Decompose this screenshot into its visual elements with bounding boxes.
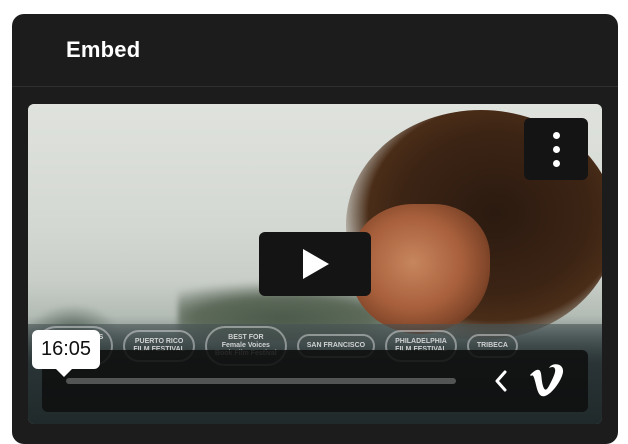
- subject-face: [350, 204, 490, 334]
- chevron-left-icon: [495, 370, 507, 392]
- play-button[interactable]: [259, 232, 371, 296]
- progress-bar[interactable]: [66, 378, 456, 384]
- more-vertical-icon-dot: [552, 159, 560, 167]
- embed-card: Embed VIENNA SHORTS OFFICIAL SELECTION P…: [12, 14, 618, 444]
- more-vertical-icon-dot: [552, 145, 560, 153]
- card-header: Embed: [12, 14, 618, 87]
- player-controlbar: [42, 350, 588, 412]
- video-player[interactable]: VIENNA SHORTS OFFICIAL SELECTION PUERTO …: [28, 104, 602, 424]
- play-icon: [303, 249, 329, 279]
- more-vertical-icon: [552, 131, 560, 139]
- card-title: Embed: [66, 37, 141, 62]
- duration-badge: 16:05: [32, 330, 101, 377]
- more-options-button[interactable]: [524, 118, 588, 180]
- vimeo-logo-link[interactable]: [526, 362, 570, 400]
- vimeo-logo: [530, 364, 564, 397]
- chevron-left-button[interactable]: [490, 366, 512, 396]
